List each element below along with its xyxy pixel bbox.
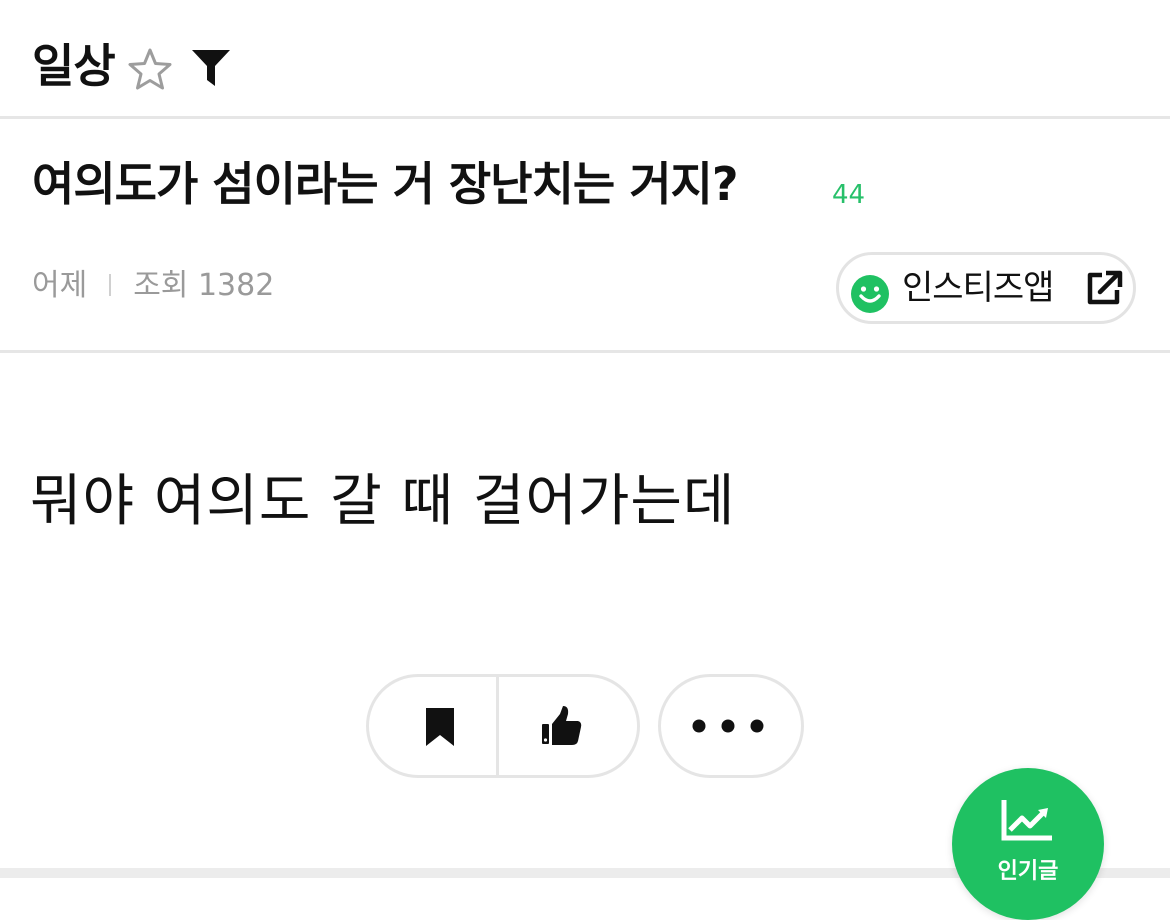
post-date: 어제 bbox=[32, 268, 88, 303]
more-icon bbox=[690, 716, 766, 736]
filter-icon[interactable] bbox=[188, 46, 234, 90]
bookmark-icon bbox=[422, 706, 458, 748]
comment-count[interactable]: 44 bbox=[832, 180, 865, 210]
star-icon[interactable] bbox=[126, 46, 174, 92]
view-count: 조회 1382 bbox=[133, 268, 275, 303]
smile-icon bbox=[850, 274, 890, 314]
post-title: 여의도가 섬이라는 거 장난치는 거지? bbox=[32, 157, 739, 211]
thumbs-up-icon bbox=[540, 704, 584, 748]
board-title: 일상 bbox=[32, 39, 116, 93]
open-app-label: 인스티즈앱 bbox=[902, 268, 1054, 308]
meta-divider bbox=[0, 350, 1170, 353]
meta-separator bbox=[109, 273, 112, 296]
popular-label: 인기글 bbox=[997, 859, 1059, 884]
header-divider bbox=[0, 116, 1170, 119]
post-body: 뭐야 여의도 갈 때 걸어가는데 bbox=[30, 469, 736, 534]
post-meta: 어제 조회 1382 bbox=[32, 266, 274, 306]
external-link-icon bbox=[1084, 268, 1124, 308]
trend-icon bbox=[1000, 798, 1056, 842]
popular-posts-button[interactable] bbox=[952, 768, 1104, 920]
